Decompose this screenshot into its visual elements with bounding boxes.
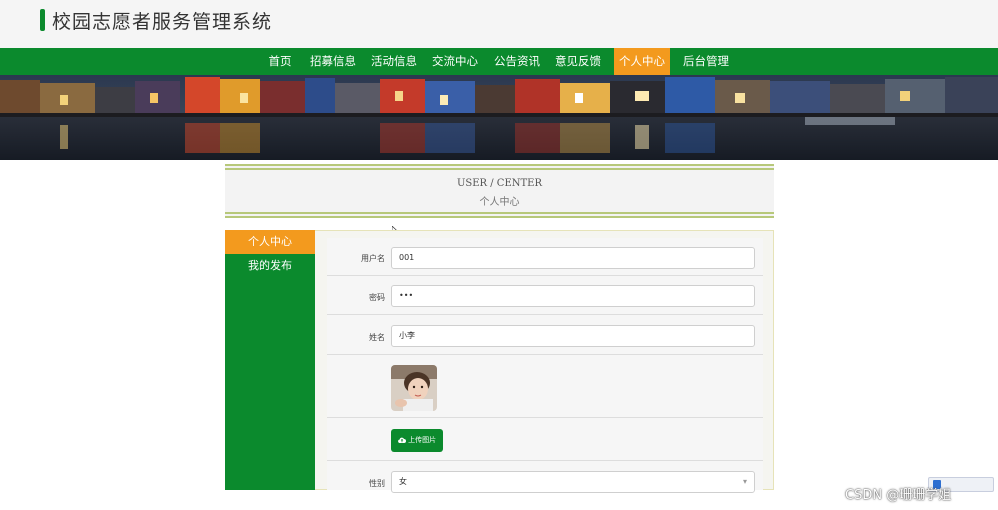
password-input[interactable]: ••• bbox=[391, 285, 755, 307]
name-label: 姓名 bbox=[369, 333, 385, 342]
form-row-username: 用户名 001 bbox=[327, 238, 763, 276]
nav-item-activities[interactable]: 活动信息 bbox=[368, 48, 420, 75]
sidebar-item-personal-center[interactable]: 个人中心 bbox=[225, 230, 315, 254]
section-title-en: USER / CENTER bbox=[456, 178, 543, 189]
site-title: 校园志愿者服务管理系统 bbox=[52, 11, 273, 33]
upload-button-label: 上传图片 bbox=[408, 436, 437, 444]
title-accent-bar bbox=[40, 9, 45, 31]
cloud-upload-icon bbox=[397, 436, 408, 444]
main-nav: 首页 招募信息 活动信息 交流中心 公告资讯 意见反馈 个人中心 后台管理 bbox=[0, 48, 998, 75]
nav-item-announcements[interactable]: 公告资讯 bbox=[491, 48, 543, 75]
username-input[interactable]: 001 bbox=[391, 247, 755, 269]
sidebar-item-my-posts[interactable]: 我的发布 bbox=[225, 254, 315, 278]
upload-image-button[interactable]: 上传图片 bbox=[391, 429, 443, 452]
form-row-upload: 上传图片 bbox=[327, 418, 763, 461]
watermark: CSDN @珊珊学姐 bbox=[845, 488, 952, 503]
password-label: 密码 bbox=[369, 293, 385, 302]
heading-bottom-line-2 bbox=[225, 216, 774, 218]
nav-item-home[interactable]: 首页 bbox=[264, 48, 296, 75]
nav-item-personal-center[interactable]: 个人中心 bbox=[614, 48, 670, 75]
nav-item-feedback[interactable]: 意见反馈 bbox=[552, 48, 604, 75]
username-label: 用户名 bbox=[361, 254, 385, 263]
form-row-gender: 性别 女 ▾ bbox=[327, 461, 763, 493]
heading-bottom-line bbox=[225, 212, 774, 214]
heading-top-line bbox=[225, 164, 774, 166]
banner-image bbox=[0, 75, 998, 160]
profile-form: 用户名 001 密码 ••• 姓名 小李 上传图片 性别 女 ▾ bbox=[327, 238, 763, 493]
gender-label: 性别 bbox=[369, 479, 385, 488]
section-title-cn: 个人中心 bbox=[479, 197, 520, 208]
chevron-down-icon: ▾ bbox=[742, 477, 747, 486]
form-row-password: 密码 ••• bbox=[327, 276, 763, 315]
nav-item-exchange[interactable]: 交流中心 bbox=[429, 48, 481, 75]
top-header: 校园志愿者服务管理系统 bbox=[0, 0, 998, 48]
gender-select-value: 女 bbox=[399, 477, 407, 486]
nav-item-recruitment[interactable]: 招募信息 bbox=[307, 48, 359, 75]
heading-top-line-2 bbox=[225, 168, 774, 170]
gender-select[interactable]: 女 ▾ bbox=[391, 471, 755, 493]
section-heading: USER / CENTER 个人中心 bbox=[225, 164, 774, 218]
form-row-avatar bbox=[327, 355, 763, 418]
avatar-image bbox=[391, 365, 437, 411]
form-row-name: 姓名 小李 bbox=[327, 315, 763, 355]
nav-item-admin[interactable]: 后台管理 bbox=[680, 48, 732, 75]
sidebar: 个人中心 我的发布 bbox=[225, 230, 315, 490]
name-input[interactable]: 小李 bbox=[391, 325, 755, 347]
